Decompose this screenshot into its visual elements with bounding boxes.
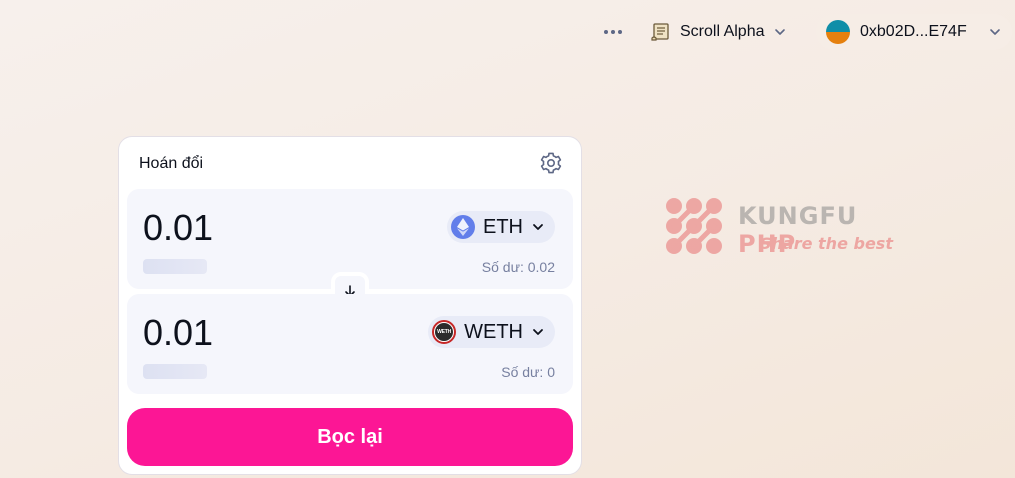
chevron-down-icon — [990, 29, 1000, 35]
output-token-symbol: WETH — [464, 320, 523, 343]
swap-card: Hoán đổi ETH Số dư: 0.02 — [118, 136, 582, 475]
chevron-down-icon — [533, 329, 543, 335]
network-label: Scroll Alpha — [680, 23, 765, 40]
scroll-icon — [651, 23, 669, 41]
more-options-button[interactable] — [600, 20, 626, 44]
eth-token-icon — [451, 215, 475, 239]
wallet-avatar — [826, 20, 850, 44]
swap-title: Hoán đổi — [139, 155, 204, 172]
watermark-logo: KUNGFU PHP Share the best — [664, 196, 924, 262]
logo-mark-icon — [666, 198, 722, 254]
more-horizontal-icon — [604, 30, 622, 34]
wallet-address: 0xb02D...E74F — [860, 23, 967, 40]
weth-token-icon: WETH — [432, 320, 457, 344]
input-token-symbol: ETH — [483, 215, 523, 238]
input-amount-field[interactable] — [143, 207, 403, 249]
output-amount-field[interactable] — [143, 312, 403, 354]
wrap-button[interactable]: Bọc lại — [127, 408, 573, 466]
watermark-tagline: Share the best — [760, 234, 893, 253]
output-balance: Số dư: 0 — [501, 364, 555, 380]
chevron-down-icon — [533, 224, 543, 230]
wallet-account-button[interactable]: 0xb02D...E74F — [816, 14, 1012, 50]
settings-button[interactable] — [539, 151, 563, 175]
input-fiat-value-placeholder — [143, 259, 207, 274]
output-fiat-value-placeholder — [143, 364, 207, 379]
output-currency-panel: WETH WETH Số dư: 0 — [127, 294, 573, 394]
input-balance: Số dư: 0.02 — [481, 259, 555, 275]
gear-icon — [540, 152, 562, 174]
output-token-selector[interactable]: WETH WETH — [428, 316, 555, 348]
network-selector[interactable]: Scroll Alpha — [642, 14, 795, 50]
input-token-selector[interactable]: ETH — [447, 211, 555, 243]
swap-header: Hoán đổi — [119, 137, 581, 189]
chevron-down-icon — [774, 29, 785, 35]
